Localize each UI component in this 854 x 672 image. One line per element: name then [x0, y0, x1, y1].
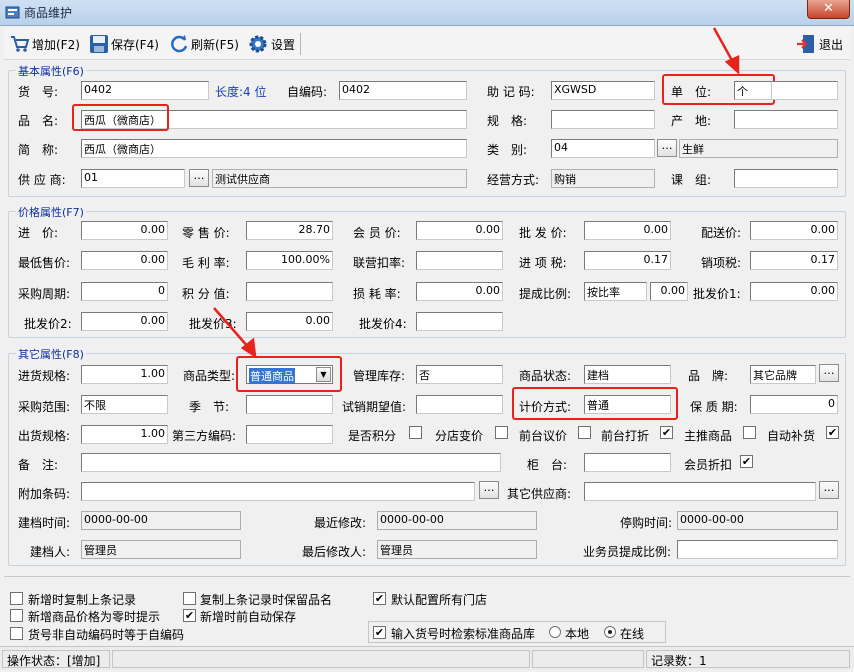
arrow-type-line — [213, 307, 250, 349]
annotation-arrows — [213, 27, 740, 359]
arrow-unit-line — [712, 27, 736, 65]
arrow-unit-head — [724, 55, 740, 75]
